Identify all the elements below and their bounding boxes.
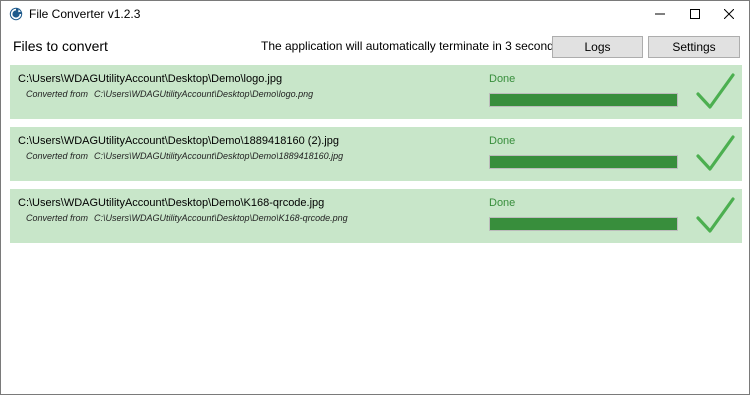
status-label: Done <box>489 73 516 85</box>
source-file-path: C:\Users\WDAGUtilityAccount\Desktop\Demo… <box>94 151 344 161</box>
checkmark-icon <box>696 197 735 233</box>
minimize-icon <box>655 13 665 15</box>
output-file-path: C:\Users\WDAGUtilityAccount\Desktop\Demo… <box>18 135 339 147</box>
output-file-path: C:\Users\WDAGUtilityAccount\Desktop\Demo… <box>18 73 283 85</box>
progress-fill <box>490 156 677 168</box>
maximize-icon <box>690 9 700 19</box>
file-converter-logo-icon <box>9 7 23 21</box>
app-window: File Converter v1.2.3 Files to convert T… <box>0 0 750 395</box>
checkmark-icon <box>696 73 735 109</box>
close-button[interactable] <box>706 1 750 27</box>
progress-fill <box>490 218 677 230</box>
title-bar[interactable]: File Converter v1.2.3 <box>1 1 749 27</box>
source-info: Converted from C:\Users\WDAGUtilityAccoun… <box>26 89 313 99</box>
progress-bar <box>489 93 678 107</box>
logs-button[interactable]: Logs <box>552 36 643 58</box>
progress-bar <box>489 155 678 169</box>
termination-message: The application will automatically termi… <box>261 39 564 53</box>
progress-fill <box>490 94 677 106</box>
source-info: Converted from C:\Users\WDAGUtilityAccoun… <box>26 151 343 161</box>
source-file-path: C:\Users\WDAGUtilityAccount\Desktop\Demo… <box>94 89 314 99</box>
file-row: C:\Users\WDAGUtilityAccount\Desktop\Demo… <box>10 65 742 119</box>
source-prefix: Converted from <box>26 213 89 223</box>
file-row: C:\Users\WDAGUtilityAccount\Desktop\Demo… <box>10 127 742 181</box>
file-row: C:\Users\WDAGUtilityAccount\Desktop\Demo… <box>10 189 742 243</box>
source-prefix: Converted from <box>26 89 89 99</box>
progress-bar <box>489 217 678 231</box>
source-file-path: C:\Users\WDAGUtilityAccount\Desktop\Demo… <box>94 213 348 223</box>
source-info: Converted from C:\Users\WDAGUtilityAccoun… <box>26 213 348 223</box>
source-prefix: Converted from <box>26 151 89 161</box>
output-file-path: C:\Users\WDAGUtilityAccount\Desktop\Demo… <box>18 197 325 209</box>
window-title: File Converter v1.2.3 <box>29 7 141 21</box>
status-label: Done <box>489 197 516 209</box>
file-list: C:\Users\WDAGUtilityAccount\Desktop\Demo… <box>10 65 742 251</box>
close-icon <box>724 9 734 19</box>
checkmark-icon <box>696 135 735 171</box>
page-title: Files to convert <box>13 38 108 54</box>
status-label: Done <box>489 135 516 147</box>
settings-button[interactable]: Settings <box>648 36 740 58</box>
